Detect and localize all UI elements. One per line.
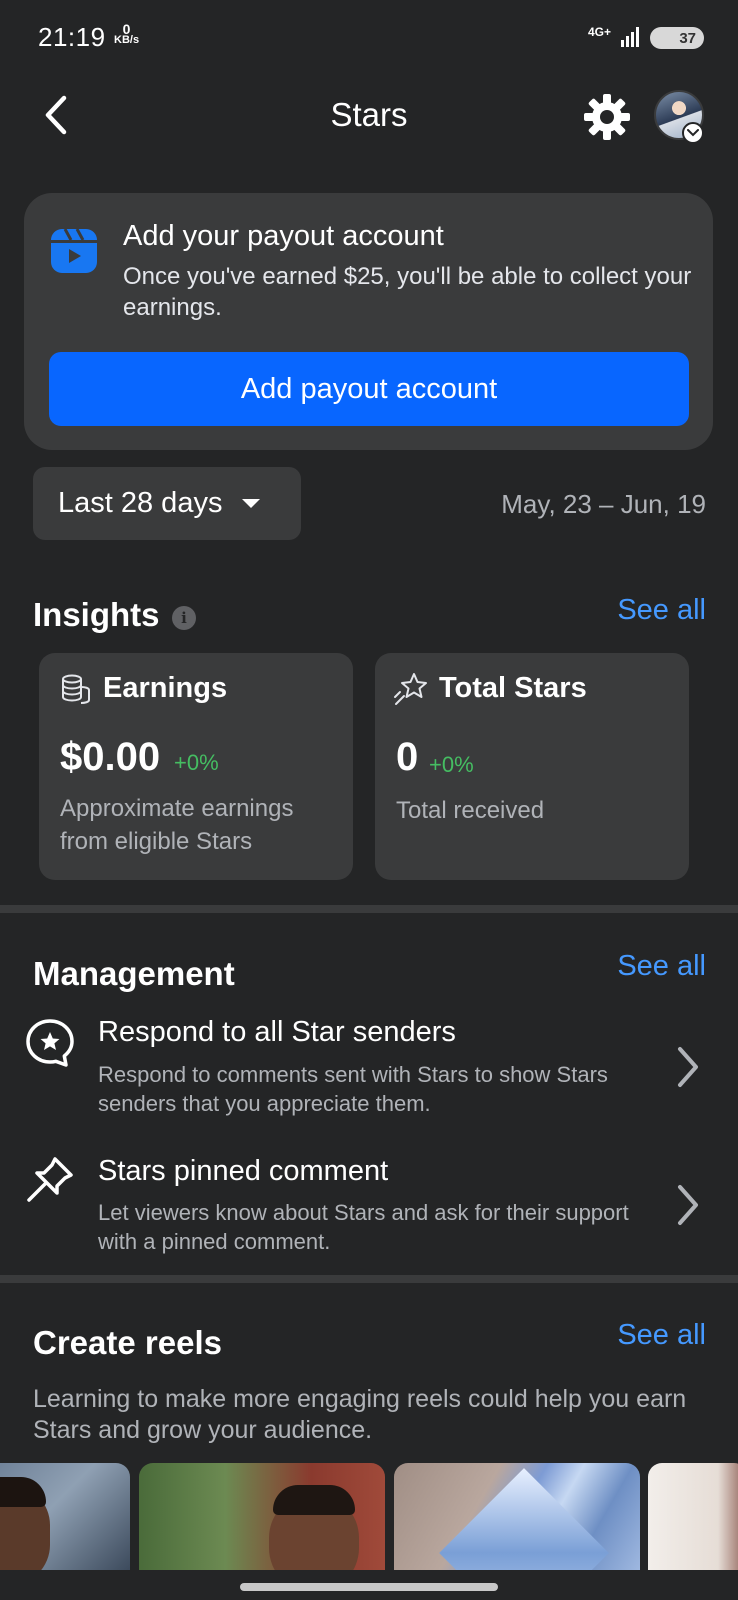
info-icon[interactable]: i (172, 606, 196, 630)
battery-indicator: 37 (650, 27, 704, 49)
earnings-title: Earnings (103, 672, 228, 704)
date-range-dates: May, 23 – Jun, 19 (501, 489, 706, 519)
add-payout-account-button[interactable]: Add payout account (49, 352, 689, 426)
create-reels-title: Create reels (33, 1324, 222, 1361)
date-range-dropdown[interactable]: Last 28 days (33, 467, 301, 540)
section-divider (0, 1275, 738, 1283)
earnings-description: Approximate earnings from eligible Stars (60, 795, 294, 855)
total-stars-description: Total received (396, 797, 545, 824)
pinned-comment-description: Let viewers know about Stars and ask for… (98, 1200, 629, 1254)
reels-icon (51, 228, 97, 273)
star-chat-bubble-icon (26, 1019, 74, 1067)
caret-down-icon (242, 499, 261, 508)
insights-see-all-link[interactable]: See all (617, 594, 706, 627)
date-range-label: Last 28 days (58, 487, 223, 519)
signal-icon (621, 27, 639, 47)
management-see-all-link[interactable]: See all (617, 950, 706, 983)
insights-title: Insights (33, 596, 160, 633)
pinned-comment-title: Stars pinned comment (98, 1155, 389, 1187)
home-indicator[interactable] (240, 1583, 498, 1591)
chevron-right-icon (678, 1185, 698, 1225)
pin-icon (27, 1157, 73, 1202)
network-type: 4G+ (588, 25, 612, 39)
section-divider (0, 905, 738, 913)
management-title: Management (33, 955, 235, 992)
payout-description: Once you've earned $25, you'll be able t… (123, 263, 692, 321)
profile-switcher[interactable] (654, 90, 706, 144)
create-reels-description: Learning to make more engaging reels cou… (33, 1385, 687, 1444)
battery-level: 37 (679, 29, 696, 47)
respond-description: Respond to comments sent with Stars to s… (98, 1062, 608, 1116)
status-time: 21:19 (38, 22, 106, 52)
gear-icon[interactable] (582, 92, 632, 142)
data-rate: 0 KB/s (114, 22, 140, 46)
coins-icon (62, 674, 90, 704)
reel-thumbnail[interactable] (139, 1463, 385, 1571)
total-stars-title: Total Stars (439, 672, 587, 704)
create-reels-see-all-link[interactable]: See all (617, 1319, 706, 1352)
payout-title: Add your payout account (123, 220, 444, 252)
data-rate-unit: KB/s (114, 34, 140, 46)
earnings-change: +0% (174, 750, 219, 775)
total-stars-change: +0% (429, 752, 474, 777)
reel-thumbnail[interactable] (0, 1463, 130, 1571)
chevron-right-icon (678, 1047, 698, 1087)
reel-thumbnail[interactable] (648, 1463, 738, 1571)
chevron-down-icon (682, 122, 704, 144)
reel-thumbnail[interactable] (394, 1463, 640, 1571)
stars-icon (394, 673, 427, 705)
earnings-value: $0.00 (60, 735, 161, 779)
total-stars-value: 0 (396, 735, 419, 779)
respond-title: Respond to all Star senders (98, 1016, 456, 1048)
